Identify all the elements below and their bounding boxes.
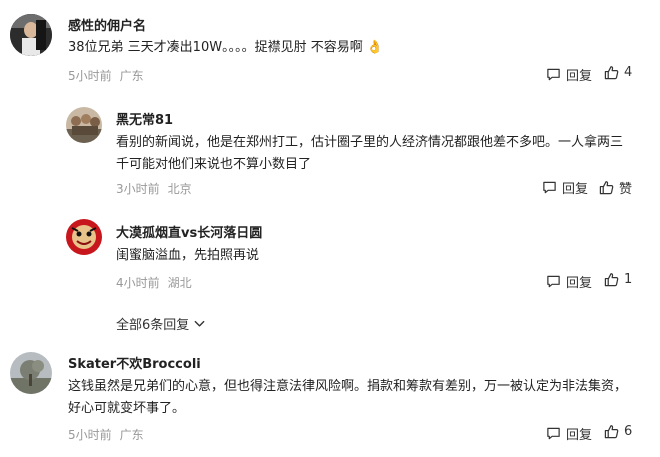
reply-text: 闺蜜脑溢血，先拍照再说 bbox=[116, 248, 260, 263]
thumbs-up-icon bbox=[599, 181, 614, 195]
comment-meta: 5小时前 广东 bbox=[68, 67, 144, 84]
reply-button[interactable]: 回复 bbox=[546, 272, 592, 291]
reply-button[interactable]: 回复 bbox=[546, 424, 592, 443]
comment-text-body: 38位兄弟 三天才凑出10W。。。。捉襟见肘 不容易啊 bbox=[68, 40, 363, 55]
reply-text: 看别的新闻说，他是在郑州打工，估计圈子里的人经济情况都跟他差不多吧。一人拿两三千… bbox=[116, 135, 624, 172]
comment-time: 5小时前 bbox=[68, 428, 112, 442]
comment-text: 38位兄弟 三天才凑出10W。。。。捉襟见肘 不容易啊 👌 bbox=[68, 37, 628, 59]
username[interactable]: 黑无常81 bbox=[116, 109, 173, 128]
thumbs-up-icon bbox=[604, 66, 619, 80]
avatar-photo-icon bbox=[66, 107, 102, 143]
comment-location: 广东 bbox=[119, 69, 144, 83]
like-button[interactable]: 1 bbox=[604, 272, 632, 287]
avatar[interactable] bbox=[10, 14, 52, 56]
like-count: 1 bbox=[624, 272, 633, 287]
username[interactable]: Skater不欢Broccoli bbox=[68, 353, 201, 372]
thumbs-up-icon bbox=[604, 425, 619, 439]
comment-location: 广东 bbox=[119, 428, 144, 442]
username[interactable]: 大漠孤烟直vs长河落日圆 bbox=[116, 222, 262, 241]
comment-bubble-icon bbox=[547, 427, 560, 440]
reply-meta: 3小时前 北京 bbox=[116, 180, 192, 197]
reply-label: 回复 bbox=[566, 428, 593, 443]
like-button[interactable]: 4 bbox=[604, 65, 632, 80]
reply-label: 回复 bbox=[566, 276, 593, 291]
reply-button[interactable]: 回复 bbox=[542, 178, 588, 197]
ok-hand-emoji: 👌 bbox=[366, 40, 384, 55]
reply-label: 回复 bbox=[562, 182, 589, 197]
reply-meta: 4小时前 湖北 bbox=[116, 274, 192, 291]
avatar-mask-icon bbox=[66, 219, 102, 255]
avatar[interactable] bbox=[66, 107, 102, 143]
expand-replies-button[interactable]: 全部6条回复 bbox=[116, 314, 206, 333]
comment-bubble-icon bbox=[547, 275, 560, 288]
reply-location: 湖北 bbox=[167, 276, 192, 290]
like-count: 4 bbox=[624, 65, 633, 80]
like-count: 赞 bbox=[619, 182, 633, 197]
like-button[interactable]: 赞 bbox=[599, 178, 632, 197]
comment-meta: 5小时前 广东 bbox=[68, 426, 144, 443]
avatar[interactable] bbox=[66, 219, 102, 255]
reply-label: 回复 bbox=[566, 69, 593, 84]
reply-location: 北京 bbox=[167, 182, 192, 196]
avatar-photo-icon bbox=[10, 352, 52, 394]
comment-time: 5小时前 bbox=[68, 69, 112, 83]
reply-time: 4小时前 bbox=[116, 276, 160, 290]
chevron-down-icon bbox=[194, 320, 205, 327]
username[interactable]: 感性的佣户名 bbox=[68, 15, 146, 34]
comment-bubble-icon bbox=[547, 68, 560, 81]
thumbs-up-icon bbox=[604, 273, 619, 287]
reply-time: 3小时前 bbox=[116, 182, 160, 196]
reply-button[interactable]: 回复 bbox=[546, 65, 592, 84]
comment-text: 这钱虽然是兄弟们的心意，但也得注意法律风险啊。捐款和筹款有差别，万一被认定为非法… bbox=[68, 379, 628, 416]
comment-bubble-icon bbox=[543, 181, 556, 194]
avatar-photo-icon bbox=[10, 14, 52, 56]
expand-replies-label: 全部6条回复 bbox=[116, 318, 190, 333]
like-button[interactable]: 6 bbox=[604, 424, 632, 439]
like-count: 6 bbox=[624, 424, 633, 439]
avatar[interactable] bbox=[10, 352, 52, 394]
